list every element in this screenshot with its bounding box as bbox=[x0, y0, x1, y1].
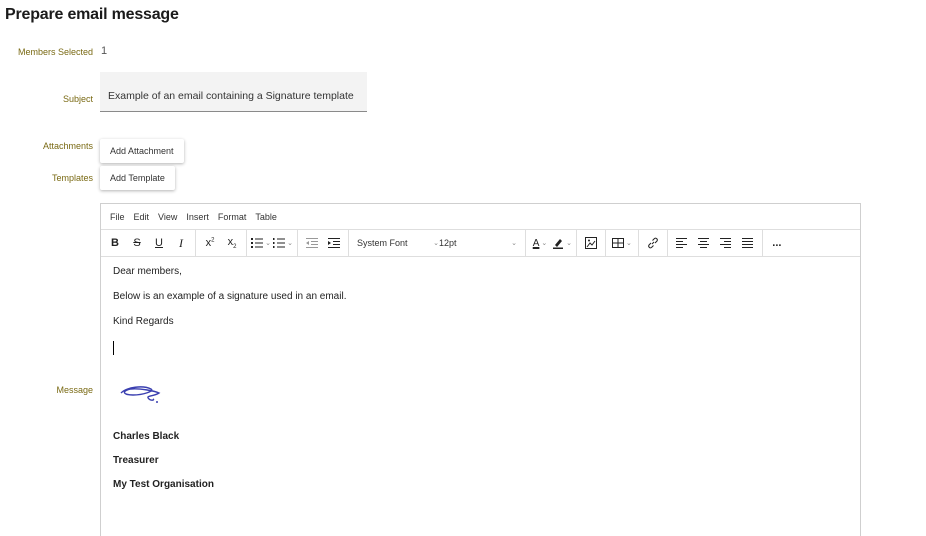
menu-format[interactable]: Format bbox=[218, 212, 247, 222]
chevron-down-icon: ⌄ bbox=[287, 240, 293, 247]
more-icon: ... bbox=[772, 237, 782, 249]
members-selected-label: Members Selected bbox=[17, 47, 93, 57]
members-selected-value: 1 bbox=[101, 45, 108, 57]
subscript-icon: x2 bbox=[227, 235, 237, 251]
font-family-value: System Font bbox=[357, 238, 408, 248]
font-size-select[interactable]: 12pt ⌄ bbox=[439, 238, 517, 248]
bold-button[interactable]: B bbox=[104, 232, 126, 254]
menu-table[interactable]: Table bbox=[255, 212, 277, 222]
list-group: ⌄ ⌄ bbox=[247, 230, 298, 256]
more-button[interactable]: ... bbox=[766, 232, 788, 254]
message-label: Message bbox=[56, 385, 93, 395]
color-group: A ⌄ ⌄ bbox=[526, 230, 577, 256]
superscript-icon: x2 bbox=[205, 237, 215, 249]
more-group: ... bbox=[763, 230, 791, 256]
editor-toolbar: B S U I x2 x2 ⌄ ⌄ System Font ⌄ 12pt ⌄ A… bbox=[101, 230, 860, 257]
menu-view[interactable]: View bbox=[158, 212, 177, 222]
chevron-down-icon: ⌄ bbox=[626, 240, 632, 247]
add-template-button[interactable]: Add Template bbox=[100, 166, 175, 190]
outdent-button[interactable] bbox=[301, 232, 323, 254]
align-center-button[interactable] bbox=[693, 232, 715, 254]
font-group: System Font ⌄ 12pt ⌄ bbox=[349, 230, 526, 256]
menu-file[interactable]: File bbox=[110, 212, 125, 222]
insert-group bbox=[577, 230, 606, 256]
strikethrough-icon: S bbox=[133, 237, 141, 249]
menu-edit[interactable]: Edit bbox=[134, 212, 150, 222]
numbered-list-icon bbox=[273, 238, 286, 248]
editor-menubar: File Edit View Insert Format Table bbox=[101, 204, 860, 230]
bullet-list-icon bbox=[251, 238, 264, 248]
chevron-down-icon: ⌄ bbox=[265, 240, 271, 247]
text-color-icon: A bbox=[532, 237, 540, 249]
templates-label: Templates bbox=[51, 173, 93, 183]
script-group: x2 x2 bbox=[196, 230, 247, 256]
add-attachment-button[interactable]: Add Attachment bbox=[100, 139, 184, 163]
body-line: Below is an example of a signature used … bbox=[113, 291, 347, 302]
signature-image bbox=[120, 386, 161, 403]
italic-icon: I bbox=[179, 235, 183, 250]
outdent-icon bbox=[306, 238, 318, 248]
chevron-down-icon: ⌄ bbox=[511, 240, 517, 247]
highlight-color-button[interactable]: ⌄ bbox=[551, 232, 573, 254]
signature-organisation: My Test Organisation bbox=[113, 479, 214, 490]
align-left-button[interactable] bbox=[671, 232, 693, 254]
subject-input[interactable] bbox=[108, 90, 363, 102]
attachments-label: Attachments bbox=[42, 141, 93, 151]
bullet-list-button[interactable]: ⌄ bbox=[250, 232, 272, 254]
subject-label: Subject bbox=[62, 94, 93, 104]
indent-button[interactable] bbox=[323, 232, 345, 254]
align-right-icon bbox=[720, 238, 732, 248]
highlighter-icon bbox=[553, 239, 564, 249]
image-icon bbox=[585, 237, 597, 249]
link-icon bbox=[648, 237, 658, 249]
text-color-button[interactable]: A ⌄ bbox=[529, 232, 551, 254]
signature-role: Treasurer bbox=[113, 455, 159, 466]
menu-insert[interactable]: Insert bbox=[186, 212, 209, 222]
font-size-value: 12pt bbox=[438, 238, 457, 248]
chevron-down-icon: ⌄ bbox=[541, 240, 548, 247]
align-right-button[interactable] bbox=[715, 232, 737, 254]
bold-icon: B bbox=[111, 237, 119, 249]
page-title: Prepare email message bbox=[5, 6, 179, 23]
closing-line: Kind Regards bbox=[113, 316, 174, 327]
table-icon bbox=[612, 238, 624, 248]
subject-field[interactable] bbox=[100, 72, 367, 112]
chevron-down-icon: ⌄ bbox=[566, 240, 572, 247]
align-center-icon bbox=[698, 238, 710, 248]
align-left-icon bbox=[676, 238, 688, 248]
underline-icon: U bbox=[155, 237, 163, 249]
indent-group bbox=[298, 230, 349, 256]
subscript-button[interactable]: x2 bbox=[221, 232, 243, 254]
insert-image-button[interactable] bbox=[580, 232, 602, 254]
underline-button[interactable]: U bbox=[148, 232, 170, 254]
rich-text-editor: File Edit View Insert Format Table B S U… bbox=[100, 203, 861, 536]
align-justify-icon bbox=[742, 238, 754, 248]
align-group bbox=[668, 230, 763, 256]
superscript-button[interactable]: x2 bbox=[199, 232, 221, 254]
font-family-select[interactable]: System Font ⌄ bbox=[357, 238, 439, 248]
insert-table-button[interactable]: ⌄ bbox=[609, 232, 635, 254]
numbered-list-button[interactable]: ⌄ bbox=[272, 232, 294, 254]
strikethrough-button[interactable]: S bbox=[126, 232, 148, 254]
insert-link-button[interactable] bbox=[642, 232, 664, 254]
text-cursor bbox=[113, 341, 114, 355]
text-style-group: B S U I bbox=[101, 230, 196, 256]
greeting-line: Dear members, bbox=[113, 266, 182, 277]
signature-name: Charles Black bbox=[113, 431, 180, 442]
align-justify-button[interactable] bbox=[737, 232, 759, 254]
link-group bbox=[639, 230, 668, 256]
table-group: ⌄ bbox=[606, 230, 639, 256]
italic-button[interactable]: I bbox=[170, 232, 192, 254]
indent-icon bbox=[328, 238, 340, 248]
editor-content[interactable]: Dear members, Below is an example of a s… bbox=[101, 257, 860, 512]
